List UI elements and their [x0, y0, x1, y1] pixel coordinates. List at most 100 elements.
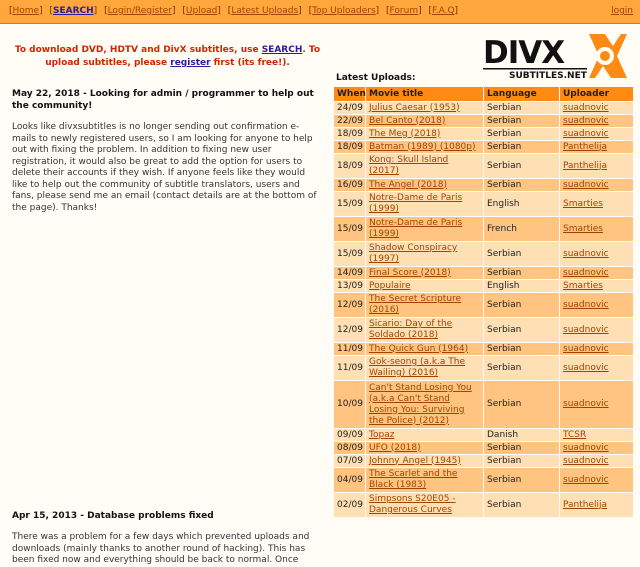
- nav-item-upload[interactable]: [Upload]: [182, 6, 221, 16]
- uploader-link[interactable]: suadnovic: [563, 456, 609, 466]
- cell-movie-title: Notre-Dame de Paris (1999): [365, 216, 484, 242]
- nav-item-login-register[interactable]: [Login/Register]: [104, 6, 175, 16]
- nav-link-forum[interactable]: Forum: [390, 6, 419, 16]
- promo-search-link[interactable]: SEARCH: [262, 45, 303, 55]
- movie-title-link[interactable]: The Scarlet and the Black (1983): [369, 469, 457, 490]
- table-row: 15/09 Notre-Dame de Paris (1999) English Sm…: [333, 191, 634, 217]
- nav-item-search[interactable]: [SEARCH]: [49, 6, 97, 16]
- cell-uploader: suadnovic: [559, 342, 634, 356]
- movie-title-link[interactable]: Notre-Dame de Paris (1999): [369, 218, 462, 239]
- uploader-link[interactable]: suadnovic: [563, 180, 609, 190]
- table-row: 10/09 Can't Stand Losing You (a.k.a Can't…: [333, 380, 634, 429]
- uploader-link[interactable]: suadnovic: [563, 300, 609, 310]
- table-row: 04/09 The Scarlet and the Black (1983) Ser…: [333, 467, 634, 493]
- nav-item-home[interactable]: [Home]: [9, 6, 43, 16]
- cell-uploader: suadnovic: [559, 292, 634, 318]
- uploader-link[interactable]: Smarties: [563, 281, 603, 291]
- table-row: 12/09 The Secret Scripture (2016) Serbian s…: [333, 292, 634, 318]
- news-body: There was a problem for a few days which…: [12, 532, 310, 565]
- uploader-link[interactable]: Smarties: [563, 199, 603, 209]
- movie-title-link[interactable]: Populaire: [369, 281, 411, 291]
- cell-language: Serbian: [483, 101, 560, 115]
- logo-sub-text: SUBTITLES.NET: [509, 71, 588, 80]
- nav-item-top-uploaders[interactable]: [Top Uploaders]: [309, 6, 380, 16]
- login-link[interactable]: login: [611, 6, 633, 16]
- news-headline: May 22, 2018 - Looking for admin / progr…: [12, 89, 314, 111]
- cell-uploader: suadnovic: [559, 101, 634, 115]
- cell-language: Serbian: [483, 153, 560, 179]
- movie-title-link[interactable]: Shadow Conspiracy (1997): [369, 243, 457, 264]
- uploader-link[interactable]: suadnovic: [563, 249, 609, 259]
- cell-movie-title: The Angel (2018): [365, 178, 484, 192]
- cell-movie-title: Can't Stand Losing You (a.k.a Can't Stan…: [365, 380, 484, 429]
- uploader-link[interactable]: Panthelija: [563, 161, 607, 171]
- cell-when: 08/09: [333, 441, 366, 455]
- cell-when: 11/09: [333, 342, 366, 356]
- cell-movie-title: Johnny Angel (1945): [365, 454, 484, 468]
- uploader-link[interactable]: suadnovic: [563, 475, 609, 485]
- nav-link-top-uploaders[interactable]: Top Uploaders: [312, 6, 376, 16]
- movie-title-link[interactable]: Simpsons S20E05 - Dangerous Curves: [369, 494, 456, 515]
- movie-title-link[interactable]: The Angel (2018): [369, 180, 447, 190]
- col-header-when: When: [333, 86, 366, 102]
- movie-title-link[interactable]: Johnny Angel (1945): [369, 456, 461, 466]
- cell-movie-title: Shadow Conspiracy (1997): [365, 241, 484, 267]
- nav-link-login-register[interactable]: Login/Register: [108, 6, 172, 16]
- col-header-movie-title: Movie title: [365, 86, 484, 102]
- cell-uploader: Smarties: [559, 191, 634, 217]
- movie-title-link[interactable]: Julius Caesar (1953): [369, 103, 460, 113]
- cell-language: Serbian: [483, 127, 560, 141]
- nav-link-latest-uploads[interactable]: Latest Uploads: [231, 6, 298, 16]
- uploader-link[interactable]: suadnovic: [563, 443, 609, 453]
- table-row: 16/09 The Angel (2018) Serbian suadnovic: [333, 178, 634, 192]
- cell-movie-title: Sicario: Day of the Soldado (2018): [365, 317, 484, 343]
- nav-item-faq[interactable]: [F.A.Q]: [428, 6, 458, 16]
- movie-title-link[interactable]: The Meg (2018): [369, 129, 440, 139]
- uploader-link[interactable]: suadnovic: [563, 103, 609, 113]
- cell-uploader: suadnovic: [559, 317, 634, 343]
- cell-language: Serbian: [483, 467, 560, 493]
- cell-language: English: [483, 279, 560, 293]
- uploader-link[interactable]: suadnovic: [563, 325, 609, 335]
- cell-when: 24/09: [333, 101, 366, 115]
- nav-item-forum[interactable]: [Forum]: [386, 6, 422, 16]
- uploader-link[interactable]: suadnovic: [563, 116, 609, 126]
- nav-link-faq[interactable]: F.A.Q: [432, 6, 455, 16]
- nav-link-upload[interactable]: Upload: [186, 6, 218, 16]
- uploader-link[interactable]: suadnovic: [563, 129, 609, 139]
- cell-when: 22/09: [333, 114, 366, 128]
- cell-movie-title: Simpsons S20E05 - Dangerous Curves: [365, 492, 484, 518]
- cell-when: 07/09: [333, 454, 366, 468]
- uploader-link[interactable]: Panthelija: [563, 500, 607, 510]
- uploader-link[interactable]: Panthelija: [563, 142, 607, 152]
- uploader-link[interactable]: suadnovic: [563, 399, 609, 409]
- cell-when: 04/09: [333, 467, 366, 493]
- movie-title-link[interactable]: Batman (1989) (1080p): [369, 142, 476, 152]
- uploader-link[interactable]: suadnovic: [563, 344, 609, 354]
- movie-title-link[interactable]: The Secret Scripture (2016): [369, 294, 461, 315]
- nav-item-latest-uploads[interactable]: [Latest Uploads]: [228, 6, 302, 16]
- movie-title-link[interactable]: Final Score (2018): [369, 268, 451, 278]
- table-row: 11/09 Gok-seong (a.k.a The Wailing) (2016…: [333, 355, 634, 381]
- movie-title-link[interactable]: Gok-seong (a.k.a The Wailing) (2016): [369, 357, 465, 378]
- nav-link-search[interactable]: SEARCH: [53, 6, 94, 16]
- uploader-link[interactable]: suadnovic: [563, 363, 609, 373]
- uploader-link[interactable]: suadnovic: [563, 268, 609, 278]
- movie-title-link[interactable]: Sicario: Day of the Soldado (2018): [369, 319, 452, 340]
- movie-title-link[interactable]: UFO (2018): [369, 443, 421, 453]
- promo-text-3: first (its free!).: [210, 58, 290, 68]
- movie-title-link[interactable]: Kong: Skull Island (2017): [369, 155, 448, 176]
- divx-subtitles-logo[interactable]: DIVX SUBTITLES.NET: [481, 32, 627, 81]
- uploader-link[interactable]: Smarties: [563, 224, 603, 234]
- movie-title-link[interactable]: Bel Canto (2018): [369, 116, 445, 126]
- cell-language: French: [483, 216, 560, 242]
- uploader-link[interactable]: TCSR: [563, 430, 586, 440]
- nav-link-home[interactable]: Home: [13, 6, 40, 16]
- cell-uploader: Panthelija: [559, 140, 634, 154]
- cell-language: Serbian: [483, 292, 560, 318]
- movie-title-link[interactable]: Can't Stand Losing You (a.k.a Can't Stan…: [369, 383, 472, 426]
- movie-title-link[interactable]: The Quick Gun (1964): [369, 344, 468, 354]
- movie-title-link[interactable]: Notre-Dame de Paris (1999): [369, 193, 462, 214]
- promo-register-link[interactable]: register: [170, 58, 210, 68]
- movie-title-link[interactable]: Topaz: [369, 430, 394, 440]
